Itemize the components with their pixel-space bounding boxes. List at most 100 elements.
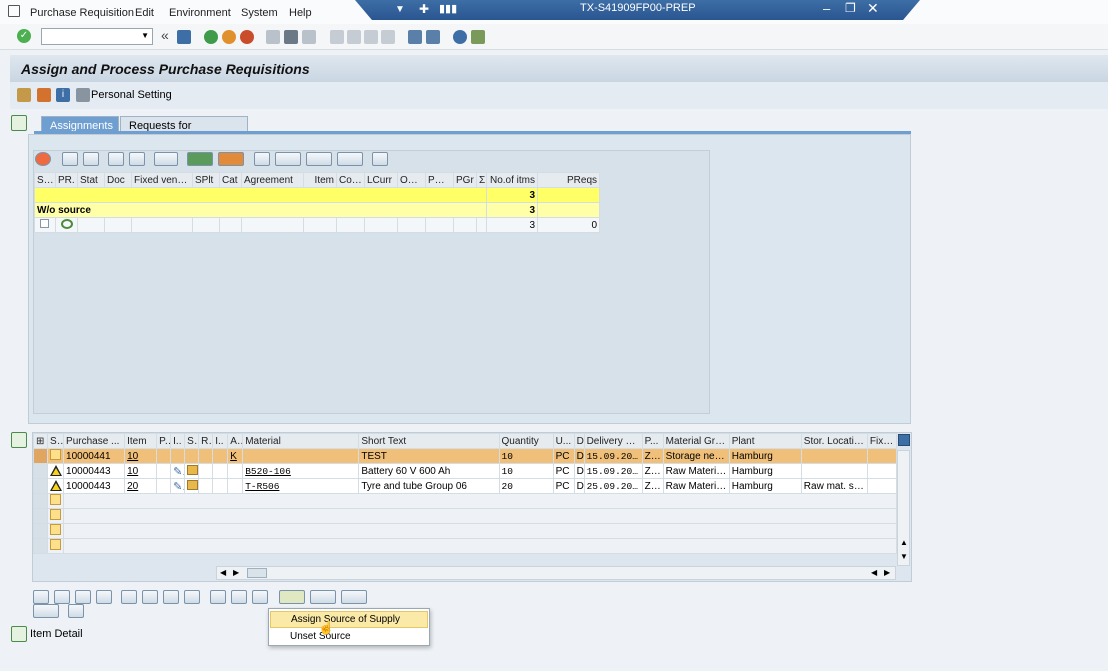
layout-icon[interactable]: [471, 30, 485, 44]
collapse-icon[interactable]: «: [161, 27, 169, 43]
scroll-up-icon[interactable]: ▲: [900, 538, 908, 547]
total-row[interactable]: 3: [34, 187, 600, 203]
views-icon[interactable]: [274, 152, 301, 166]
col-a[interactable]: A..: [227, 433, 244, 449]
personal-setting-button[interactable]: Personal Setting: [91, 89, 172, 101]
col-status[interactable]: S..: [47, 433, 65, 449]
cancel-icon[interactable]: [240, 30, 254, 44]
print-icon[interactable]: [266, 30, 280, 44]
enter-icon[interactable]: ✓: [17, 29, 31, 43]
print-icon[interactable]: [68, 604, 85, 618]
menu-environment[interactable]: Environment: [169, 7, 231, 19]
dropdown-icon[interactable]: ▼: [395, 4, 405, 15]
cell-acct[interactable]: K: [227, 448, 244, 464]
collapse-lower-icon[interactable]: [11, 432, 27, 448]
sort-descending-icon[interactable]: [142, 590, 159, 604]
col-pgr[interactable]: PGr: [453, 172, 477, 188]
col-material[interactable]: Material: [242, 433, 360, 449]
next-page-icon[interactable]: [364, 30, 378, 44]
new-session-icon[interactable]: [408, 30, 422, 44]
col-pgr[interactable]: P...: [641, 433, 664, 449]
find-next-icon[interactable]: [129, 152, 146, 166]
edit-pencil-icon[interactable]: ✎: [173, 481, 184, 493]
edit-pencil-icon[interactable]: [209, 590, 226, 604]
scroll-thumb[interactable]: [247, 568, 267, 578]
select-block-icon[interactable]: [96, 590, 113, 604]
menu-help[interactable]: Help: [289, 7, 312, 19]
cell-item[interactable]: 10: [124, 463, 158, 479]
cell-material[interactable]: T-R506: [242, 478, 360, 494]
col-purchase-req[interactable]: Purchase ...: [63, 433, 126, 449]
filter-icon[interactable]: [154, 152, 179, 166]
row-checkbox[interactable]: [50, 524, 62, 535]
col-short-text[interactable]: Short Text: [358, 433, 500, 449]
sum-icon[interactable]: [187, 152, 214, 166]
item-detail-icon[interactable]: [11, 626, 27, 642]
info-icon[interactable]: i: [56, 88, 70, 102]
assign-menu-icon[interactable]: [309, 590, 336, 604]
find-next-icon[interactable]: [302, 30, 316, 44]
refresh-icon[interactable]: [251, 590, 268, 604]
row-checkbox[interactable]: [50, 494, 62, 505]
restore-icon[interactable]: ❐: [845, 1, 856, 15]
row-checkbox[interactable]: [50, 509, 62, 520]
details-icon[interactable]: [33, 590, 49, 604]
sort-ascending-icon[interactable]: [62, 152, 79, 166]
collapse-upper-icon[interactable]: [11, 115, 27, 131]
assign-arrow-icon[interactable]: [187, 479, 198, 490]
col-splt[interactable]: SPlt: [192, 172, 220, 188]
sort-ascending-icon[interactable]: [121, 590, 138, 604]
scroll-right-end-icon[interactable]: ▶: [884, 568, 890, 577]
shortcut-icon[interactable]: [426, 30, 440, 44]
delete-filter-icon[interactable]: [184, 590, 201, 604]
row-selector[interactable]: [32, 448, 49, 464]
col-layout-icon[interactable]: ⊞: [32, 433, 49, 449]
col-unit[interactable]: U...: [552, 433, 575, 449]
col-r[interactable]: R..: [198, 433, 214, 449]
table-row[interactable]: 10000443 10 ✎ B520-106 Battery 60 V 600 …: [32, 463, 898, 479]
table-row[interactable]: 3 0: [34, 217, 600, 233]
table-row[interactable]: 10000443 20 ✎ T-R506 Tyre and tube Group…: [32, 478, 898, 494]
find-icon[interactable]: [108, 152, 125, 166]
command-field[interactable]: ▼: [41, 28, 153, 45]
row-checkbox[interactable]: [50, 539, 62, 550]
cell-pr[interactable]: 10000443: [63, 463, 126, 479]
col-plant[interactable]: Plant: [728, 433, 802, 449]
cell-item[interactable]: 20: [124, 478, 158, 494]
pin-icon[interactable]: ✚: [419, 2, 429, 16]
undo-icon[interactable]: [230, 590, 247, 604]
col-p[interactable]: P..: [156, 433, 172, 449]
col-cocd[interactable]: CoCd: [336, 172, 365, 188]
menu-item-unset-source[interactable]: Unset Source: [270, 629, 428, 646]
scroll-right-icon[interactable]: ▶: [233, 568, 239, 577]
col-preqs[interactable]: PReqs: [537, 172, 600, 188]
assign-source-icon[interactable]: [278, 590, 305, 604]
cell-item[interactable]: 10: [124, 448, 158, 464]
item-detail-label[interactable]: Item Detail: [30, 628, 83, 640]
prev-page-icon[interactable]: [347, 30, 361, 44]
menu-item-assign-source[interactable]: Assign Source of Supply: [270, 611, 428, 628]
menu-edit[interactable]: Edit: [135, 7, 154, 19]
col-agreement[interactable]: Agreement: [241, 172, 304, 188]
personal-setting-icon[interactable]: [76, 88, 90, 102]
col-i2[interactable]: I..: [212, 433, 229, 449]
close-icon[interactable]: ✕: [867, 0, 879, 17]
col-delivery-date[interactable]: Delivery D...: [583, 433, 643, 449]
subtotal-row[interactable]: W/o source 3: [34, 202, 600, 218]
detail-magnifier-icon[interactable]: [61, 218, 73, 229]
menu-system[interactable]: System: [241, 7, 278, 19]
find-icon[interactable]: [284, 30, 298, 44]
cell-pr[interactable]: 10000441: [63, 448, 126, 464]
select-all-icon[interactable]: [54, 590, 71, 604]
session-menu-icon[interactable]: [8, 5, 20, 17]
col-fixed[interactable]: Fixed: [866, 433, 898, 449]
column-layout-icon[interactable]: [898, 434, 910, 446]
col-otyp[interactable]: OTyp: [397, 172, 426, 188]
col-pr[interactable]: PR.: [55, 172, 78, 188]
horizontal-scrollbar[interactable]: [216, 566, 896, 580]
minimize-icon[interactable]: ‒: [823, 1, 830, 16]
col-stor-location[interactable]: Stor. Location: [800, 433, 868, 449]
info-icon[interactable]: [371, 152, 388, 166]
save-icon[interactable]: [177, 30, 191, 44]
chevron-down-icon[interactable]: ▼: [141, 31, 149, 40]
